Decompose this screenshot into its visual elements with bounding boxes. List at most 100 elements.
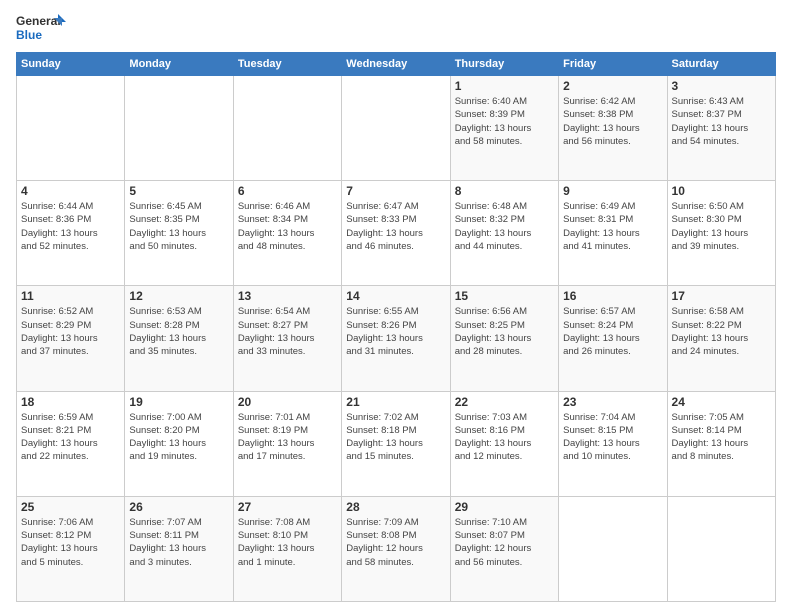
day-info: Sunrise: 6:48 AMSunset: 8:32 PMDaylight:…: [455, 200, 554, 253]
calendar-row-2: 11 Sunrise: 6:52 AMSunset: 8:29 PMDayligh…: [17, 286, 776, 391]
calendar-cell: 10 Sunrise: 6:50 AMSunset: 8:30 PMDayligh…: [667, 181, 775, 286]
calendar-cell: 9Sunrise: 6:49 AMSunset: 8:31 PMDaylight…: [559, 181, 667, 286]
calendar-cell: 5 Sunrise: 6:45 AMSunset: 8:35 PMDaylight…: [125, 181, 233, 286]
calendar-cell: 18 Sunrise: 6:59 AMSunset: 8:21 PMDayligh…: [17, 391, 125, 496]
day-info: Sunrise: 7:02 AMSunset: 8:18 PMDaylight:…: [346, 411, 445, 464]
day-info: Sunrise: 6:58 AMSunset: 8:22 PMDaylight:…: [672, 305, 771, 358]
calendar-header-wednesday: Wednesday: [342, 53, 450, 76]
day-number: 1: [455, 79, 554, 93]
day-number: 24: [672, 395, 771, 409]
calendar-cell: [559, 496, 667, 601]
day-number: 15: [455, 289, 554, 303]
day-number: 20: [238, 395, 337, 409]
day-number: 25: [21, 500, 120, 514]
page: General Blue SundayMondayTuesdayWednesda…: [0, 0, 792, 612]
calendar-cell: 4Sunrise: 6:44 AMSunset: 8:36 PMDaylight…: [17, 181, 125, 286]
calendar-cell: 29 Sunrise: 7:10 AMSunset: 8:07 PMDayligh…: [450, 496, 558, 601]
day-number: 11: [21, 289, 120, 303]
day-number: 22: [455, 395, 554, 409]
day-info: Sunrise: 7:10 AMSunset: 8:07 PMDaylight:…: [455, 516, 554, 569]
day-info: Sunrise: 7:01 AMSunset: 8:19 PMDaylight:…: [238, 411, 337, 464]
calendar-cell: 14Sunrise: 6:55 AMSunset: 8:26 PMDayligh…: [342, 286, 450, 391]
day-number: 18: [21, 395, 120, 409]
day-info: Sunrise: 6:54 AMSunset: 8:27 PMDaylight:…: [238, 305, 337, 358]
day-number: 5: [129, 184, 228, 198]
day-number: 16: [563, 289, 662, 303]
day-number: 21: [346, 395, 445, 409]
calendar-cell: [342, 76, 450, 181]
calendar-cell: 20 Sunrise: 7:01 AMSunset: 8:19 PMDayligh…: [233, 391, 341, 496]
calendar-cell: 27 Sunrise: 7:08 AMSunset: 8:10 PMDayligh…: [233, 496, 341, 601]
calendar-header-monday: Monday: [125, 53, 233, 76]
calendar-cell: 17 Sunrise: 6:58 AMSunset: 8:22 PMDayligh…: [667, 286, 775, 391]
day-info: Sunrise: 7:06 AMSunset: 8:12 PMDaylight:…: [21, 516, 120, 569]
calendar-cell: [233, 76, 341, 181]
calendar-cell: 7Sunrise: 6:47 AMSunset: 8:33 PMDaylight…: [342, 181, 450, 286]
day-info: Sunrise: 6:46 AMSunset: 8:34 PMDaylight:…: [238, 200, 337, 253]
logo-svg: General Blue: [16, 12, 66, 46]
calendar-cell: 16Sunrise: 6:57 AMSunset: 8:24 PMDayligh…: [559, 286, 667, 391]
calendar-row-3: 18 Sunrise: 6:59 AMSunset: 8:21 PMDayligh…: [17, 391, 776, 496]
calendar-cell: 15 Sunrise: 6:56 AMSunset: 8:25 PMDayligh…: [450, 286, 558, 391]
svg-text:General: General: [16, 14, 61, 28]
day-number: 12: [129, 289, 228, 303]
calendar-cell: 11 Sunrise: 6:52 AMSunset: 8:29 PMDayligh…: [17, 286, 125, 391]
calendar-cell: [125, 76, 233, 181]
calendar-cell: 1Sunrise: 6:40 AMSunset: 8:39 PMDaylight…: [450, 76, 558, 181]
calendar-cell: 22 Sunrise: 7:03 AMSunset: 8:16 PMDayligh…: [450, 391, 558, 496]
day-info: Sunrise: 7:00 AMSunset: 8:20 PMDaylight:…: [129, 411, 228, 464]
day-info: Sunrise: 6:52 AMSunset: 8:29 PMDaylight:…: [21, 305, 120, 358]
day-number: 10: [672, 184, 771, 198]
day-number: 29: [455, 500, 554, 514]
calendar-header-saturday: Saturday: [667, 53, 775, 76]
calendar-cell: 24 Sunrise: 7:05 AMSunset: 8:14 PMDayligh…: [667, 391, 775, 496]
calendar-table: SundayMondayTuesdayWednesdayThursdayFrid…: [16, 52, 776, 602]
day-number: 19: [129, 395, 228, 409]
day-info: Sunrise: 7:03 AMSunset: 8:16 PMDaylight:…: [455, 411, 554, 464]
calendar-cell: 28Sunrise: 7:09 AMSunset: 8:08 PMDayligh…: [342, 496, 450, 601]
calendar-cell: 19 Sunrise: 7:00 AMSunset: 8:20 PMDayligh…: [125, 391, 233, 496]
day-info: Sunrise: 6:55 AMSunset: 8:26 PMDaylight:…: [346, 305, 445, 358]
logo: General Blue: [16, 12, 66, 46]
day-info: Sunrise: 6:53 AMSunset: 8:28 PMDaylight:…: [129, 305, 228, 358]
day-info: Sunrise: 6:44 AMSunset: 8:36 PMDaylight:…: [21, 200, 120, 253]
calendar-header-sunday: Sunday: [17, 53, 125, 76]
calendar-row-1: 4Sunrise: 6:44 AMSunset: 8:36 PMDaylight…: [17, 181, 776, 286]
calendar-cell: 25 Sunrise: 7:06 AMSunset: 8:12 PMDayligh…: [17, 496, 125, 601]
day-info: Sunrise: 7:04 AMSunset: 8:15 PMDaylight:…: [563, 411, 662, 464]
day-info: Sunrise: 6:45 AMSunset: 8:35 PMDaylight:…: [129, 200, 228, 253]
day-info: Sunrise: 6:47 AMSunset: 8:33 PMDaylight:…: [346, 200, 445, 253]
day-number: 27: [238, 500, 337, 514]
day-number: 3: [672, 79, 771, 93]
calendar-cell: 12 Sunrise: 6:53 AMSunset: 8:28 PMDayligh…: [125, 286, 233, 391]
calendar-cell: [17, 76, 125, 181]
day-info: Sunrise: 6:56 AMSunset: 8:25 PMDaylight:…: [455, 305, 554, 358]
day-number: 2: [563, 79, 662, 93]
calendar-row-4: 25 Sunrise: 7:06 AMSunset: 8:12 PMDayligh…: [17, 496, 776, 601]
day-info: Sunrise: 7:08 AMSunset: 8:10 PMDaylight:…: [238, 516, 337, 569]
calendar-cell: 26Sunrise: 7:07 AMSunset: 8:11 PMDayligh…: [125, 496, 233, 601]
day-info: Sunrise: 6:50 AMSunset: 8:30 PMDaylight:…: [672, 200, 771, 253]
calendar-cell: 6Sunrise: 6:46 AMSunset: 8:34 PMDaylight…: [233, 181, 341, 286]
day-info: Sunrise: 6:42 AMSunset: 8:38 PMDaylight:…: [563, 95, 662, 148]
calendar-cell: 13 Sunrise: 6:54 AMSunset: 8:27 PMDayligh…: [233, 286, 341, 391]
day-number: 13: [238, 289, 337, 303]
calendar-cell: 8 Sunrise: 6:48 AMSunset: 8:32 PMDaylight…: [450, 181, 558, 286]
calendar-header-thursday: Thursday: [450, 53, 558, 76]
calendar-header-tuesday: Tuesday: [233, 53, 341, 76]
day-number: 9: [563, 184, 662, 198]
calendar-row-0: 1Sunrise: 6:40 AMSunset: 8:39 PMDaylight…: [17, 76, 776, 181]
calendar-cell: 3 Sunrise: 6:43 AMSunset: 8:37 PMDaylight…: [667, 76, 775, 181]
calendar-cell: 21 Sunrise: 7:02 AMSunset: 8:18 PMDayligh…: [342, 391, 450, 496]
calendar-cell: 2 Sunrise: 6:42 AMSunset: 8:38 PMDaylight…: [559, 76, 667, 181]
day-info: Sunrise: 6:59 AMSunset: 8:21 PMDaylight:…: [21, 411, 120, 464]
day-info: Sunrise: 7:09 AMSunset: 8:08 PMDaylight:…: [346, 516, 445, 569]
day-info: Sunrise: 7:07 AMSunset: 8:11 PMDaylight:…: [129, 516, 228, 569]
day-number: 8: [455, 184, 554, 198]
day-info: Sunrise: 7:05 AMSunset: 8:14 PMDaylight:…: [672, 411, 771, 464]
calendar-cell: 23 Sunrise: 7:04 AMSunset: 8:15 PMDayligh…: [559, 391, 667, 496]
day-number: 17: [672, 289, 771, 303]
day-info: Sunrise: 6:43 AMSunset: 8:37 PMDaylight:…: [672, 95, 771, 148]
day-number: 23: [563, 395, 662, 409]
calendar-header-row: SundayMondayTuesdayWednesdayThursdayFrid…: [17, 53, 776, 76]
